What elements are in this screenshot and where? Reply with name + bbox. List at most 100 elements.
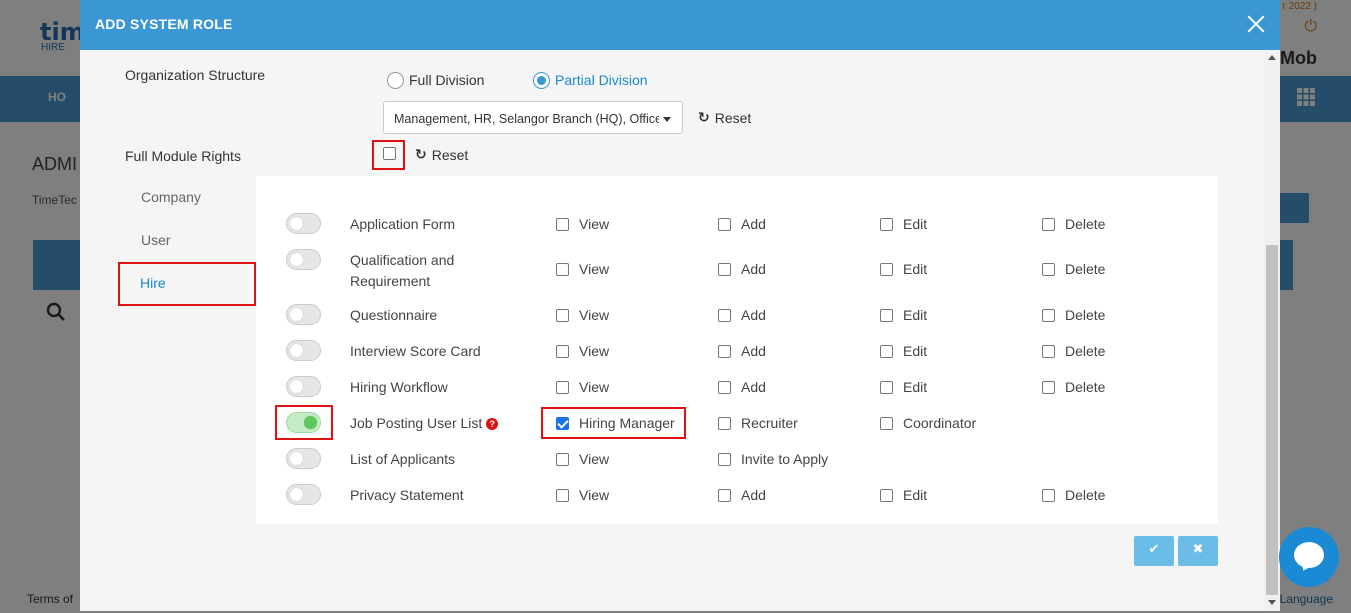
rights-reset-label: Reset bbox=[431, 147, 469, 163]
perm-label: Delete bbox=[1065, 379, 1106, 395]
help-icon[interactable]: ? bbox=[486, 418, 499, 430]
scroll-up-arrow-icon[interactable] bbox=[1268, 55, 1276, 60]
perm-label: View bbox=[579, 487, 610, 503]
perm-label: Add bbox=[741, 487, 766, 503]
cb-applicants-view[interactable] bbox=[556, 453, 569, 466]
cb-questionnaire-delete[interactable] bbox=[1042, 309, 1055, 322]
org-reset-button[interactable]: ↻ Reset bbox=[698, 110, 751, 126]
division-select-value: Management, HR, Selangor Branch (HQ), Of… bbox=[394, 112, 659, 126]
toggle-privacy-statement[interactable] bbox=[286, 484, 321, 505]
cb-recruiter[interactable] bbox=[718, 417, 731, 430]
perm-label: Delete bbox=[1065, 261, 1106, 277]
refresh-icon: ↻ bbox=[698, 110, 710, 126]
division-select[interactable]: Management, HR, Selangor Branch (HQ), Of… bbox=[383, 101, 683, 134]
radio-full-division-label[interactable]: Full Division bbox=[409, 72, 484, 88]
row-label-interview-score-card: Interview Score Card bbox=[350, 343, 481, 359]
perm-label: Edit bbox=[903, 343, 928, 359]
cb-workflow-add[interactable] bbox=[718, 381, 731, 394]
save-button[interactable]: ✔ bbox=[1134, 536, 1174, 566]
cb-privacy-edit[interactable] bbox=[880, 489, 893, 502]
cb-questionnaire-view[interactable] bbox=[556, 309, 569, 322]
perm-label: Edit bbox=[903, 379, 928, 395]
cb-questionnaire-add[interactable] bbox=[718, 309, 731, 322]
toggle-application-form[interactable] bbox=[286, 213, 321, 234]
row-label-questionnaire: Questionnaire bbox=[350, 307, 438, 323]
cb-privacy-delete[interactable] bbox=[1042, 489, 1055, 502]
scroll-down-arrow-icon[interactable] bbox=[1268, 600, 1276, 605]
cb-privacy-add[interactable] bbox=[718, 489, 731, 502]
perm-label: Add bbox=[741, 261, 766, 277]
chat-support-button[interactable] bbox=[1279, 527, 1339, 587]
cb-privacy-view[interactable] bbox=[556, 489, 569, 502]
highlight-box-hire-tab bbox=[118, 262, 256, 306]
perm-label: Add bbox=[741, 216, 766, 232]
perm-label: Delete bbox=[1065, 487, 1106, 503]
cb-qualification-edit[interactable] bbox=[880, 263, 893, 276]
rights-reset-button[interactable]: ↻ Reset bbox=[415, 147, 468, 163]
cb-application-form-edit[interactable] bbox=[880, 218, 893, 231]
perm-label: Delete bbox=[1065, 343, 1106, 359]
cancel-button[interactable]: ✖ bbox=[1178, 536, 1218, 566]
full-module-rights-checkbox[interactable] bbox=[383, 147, 396, 160]
full-module-rights-label: Full Module Rights bbox=[125, 148, 241, 164]
cb-workflow-edit[interactable] bbox=[880, 381, 893, 394]
perm-label: View bbox=[579, 307, 610, 323]
perm-label: View bbox=[579, 451, 610, 467]
close-icon: ✖ bbox=[1192, 542, 1204, 557]
row-label-list-of-applicants: List of Applicants bbox=[350, 451, 456, 467]
perm-label: Hiring Manager bbox=[579, 415, 675, 431]
tab-user[interactable]: User bbox=[141, 232, 171, 248]
perm-label: Edit bbox=[903, 487, 928, 503]
toggle-job-posting-user-list[interactable] bbox=[286, 412, 321, 433]
close-icon[interactable] bbox=[1246, 14, 1266, 34]
modal-title: ADD SYSTEM ROLE bbox=[95, 16, 233, 32]
scroll-thumb[interactable] bbox=[1266, 245, 1278, 595]
tab-company[interactable]: Company bbox=[141, 189, 201, 205]
cb-questionnaire-edit[interactable] bbox=[880, 309, 893, 322]
cb-interview-edit[interactable] bbox=[880, 345, 893, 358]
cb-interview-add[interactable] bbox=[718, 345, 731, 358]
perm-label: Add bbox=[741, 379, 766, 395]
tab-hire[interactable]: Hire bbox=[140, 275, 166, 291]
cb-invite-to-apply[interactable] bbox=[718, 453, 731, 466]
cb-qualification-view[interactable] bbox=[556, 263, 569, 276]
check-icon: ✔ bbox=[1148, 542, 1160, 557]
cb-workflow-view[interactable] bbox=[556, 381, 569, 394]
modal-scrollbar[interactable] bbox=[1264, 50, 1280, 611]
perm-label: Recruiter bbox=[741, 415, 798, 431]
row-label-application-form: Application Form bbox=[350, 216, 456, 232]
row-label-privacy-statement: Privacy Statement bbox=[350, 487, 464, 503]
toggle-questionnaire[interactable] bbox=[286, 304, 321, 325]
perm-label: Add bbox=[741, 307, 766, 323]
perm-label: View bbox=[579, 216, 610, 232]
modal-header: ADD SYSTEM ROLE bbox=[80, 0, 1280, 50]
perm-label: Add bbox=[741, 343, 766, 359]
row-label-qualification: Qualification and Requirement bbox=[350, 252, 455, 289]
row-label-text: Job Posting User List bbox=[350, 415, 483, 431]
toggle-interview-score-card[interactable] bbox=[286, 340, 321, 361]
cb-hiring-manager[interactable] bbox=[556, 417, 569, 430]
cb-qualification-delete[interactable] bbox=[1042, 263, 1055, 276]
cb-application-form-add[interactable] bbox=[718, 218, 731, 231]
radio-partial-division-label[interactable]: Partial Division bbox=[555, 72, 648, 88]
org-structure-label: Organization Structure bbox=[125, 67, 266, 83]
cb-application-form-delete[interactable] bbox=[1042, 218, 1055, 231]
cb-qualification-add[interactable] bbox=[718, 263, 731, 276]
perm-label: Edit bbox=[903, 307, 928, 323]
perm-label: Delete bbox=[1065, 307, 1106, 323]
perm-label: Invite to Apply bbox=[741, 451, 829, 467]
perm-label: View bbox=[579, 379, 610, 395]
cb-coordinator[interactable] bbox=[880, 417, 893, 430]
radio-partial-division[interactable] bbox=[533, 72, 550, 89]
toggle-hiring-workflow[interactable] bbox=[286, 376, 321, 397]
cb-workflow-delete[interactable] bbox=[1042, 381, 1055, 394]
toggle-qualification[interactable] bbox=[286, 249, 321, 270]
cb-application-form-view[interactable] bbox=[556, 218, 569, 231]
cb-interview-view[interactable] bbox=[556, 345, 569, 358]
radio-full-division[interactable] bbox=[387, 72, 404, 89]
cb-interview-delete[interactable] bbox=[1042, 345, 1055, 358]
perm-label: Edit bbox=[903, 261, 928, 277]
org-reset-label: Reset bbox=[714, 110, 752, 126]
row-label-hiring-workflow: Hiring Workflow bbox=[350, 379, 448, 395]
toggle-list-of-applicants[interactable] bbox=[286, 448, 321, 469]
